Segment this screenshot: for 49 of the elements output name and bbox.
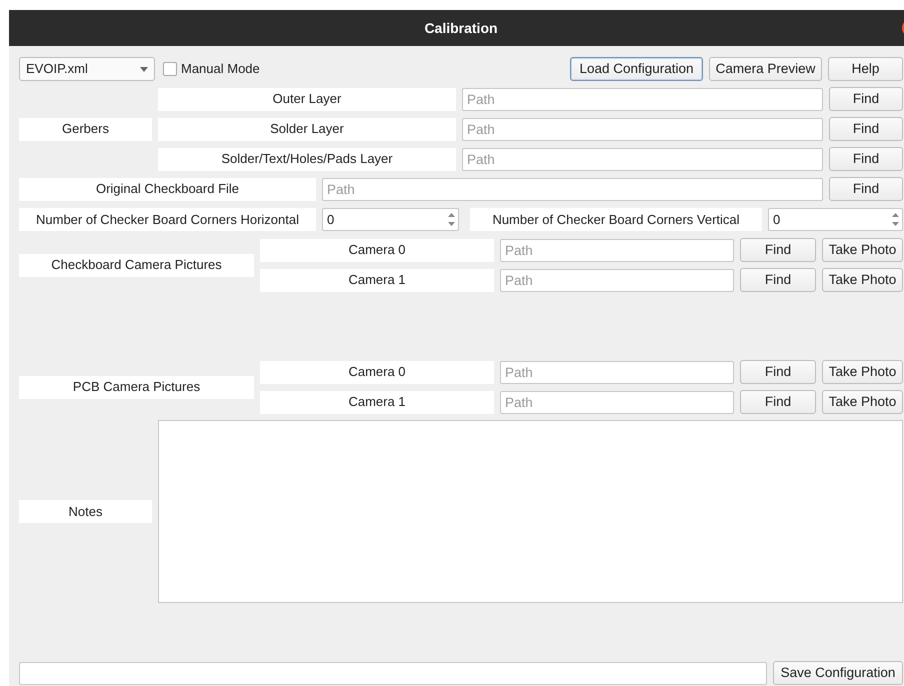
notes-label: Notes (19, 500, 152, 523)
toolbar-button[interactable]: Load Configuration (570, 57, 703, 81)
caret-icon (140, 66, 148, 72)
path-field[interactable]: Path (500, 390, 734, 414)
toolbar-button[interactable]: Help (828, 57, 903, 81)
manual-mode-checkbox[interactable] (163, 62, 177, 76)
file-label: Original Checkboard File (19, 178, 316, 200)
number-spinbox[interactable]: 0 (768, 208, 903, 231)
layer-label: Outer Layer (158, 88, 456, 110)
window-title: Calibration (424, 18, 498, 38)
path-field[interactable]: Path (500, 360, 734, 384)
camera-label: Camera 1 (260, 268, 494, 292)
spin-arrows-icon[interactable] (447, 211, 456, 228)
find-button[interactable]: Find (740, 390, 816, 414)
manual-mode-label: Manual Mode (181, 60, 260, 78)
find-button[interactable]: Find (829, 117, 903, 141)
config-dropdown[interactable]: EVOIP.xml (19, 57, 155, 81)
path-field[interactable]: Path (500, 238, 734, 262)
path-field[interactable]: Path (462, 148, 823, 170)
corners-label: Number of Checker Board Corners Horizontal (19, 208, 316, 231)
find-button[interactable]: Find (829, 147, 903, 171)
spin-arrows-icon[interactable] (891, 211, 900, 228)
find-button[interactable]: Find (829, 87, 903, 111)
gerbers-label: Gerbers (19, 118, 152, 140)
camera-label: Camera 1 (260, 390, 494, 414)
save-configuration-button[interactable]: Save Configuration (773, 661, 903, 685)
camera-label: Camera 0 (260, 360, 494, 384)
camera-label: Camera 0 (260, 238, 494, 262)
layer-label: Solder/Text/Holes/Pads Layer (158, 148, 456, 170)
path-field[interactable]: Path (462, 88, 823, 110)
camera-group-label: Checkboard Camera Pictures (19, 254, 254, 276)
layer-label: Solder Layer (158, 118, 456, 140)
find-button[interactable]: Find (740, 360, 816, 384)
take-photo-button[interactable]: Take Photo (822, 238, 903, 262)
status-field[interactable] (19, 662, 767, 684)
find-button[interactable]: Find (740, 238, 816, 262)
find-button[interactable]: Find (829, 177, 903, 201)
corners-label: Number of Checker Board Corners Vertical (470, 208, 762, 231)
path-field[interactable]: Path (500, 268, 734, 292)
take-photo-button[interactable]: Take Photo (822, 390, 903, 414)
number-spinbox[interactable]: 0 (322, 208, 459, 231)
path-field[interactable]: Path (462, 118, 823, 140)
path-field[interactable]: Path (322, 178, 823, 200)
take-photo-button[interactable]: Take Photo (822, 360, 903, 384)
find-button[interactable]: Find (740, 268, 816, 292)
take-photo-button[interactable]: Take Photo (822, 268, 903, 292)
camera-group-label: PCB Camera Pictures (19, 376, 254, 398)
notes-field[interactable] (158, 420, 903, 603)
toolbar-button[interactable]: Camera Preview (709, 57, 822, 81)
